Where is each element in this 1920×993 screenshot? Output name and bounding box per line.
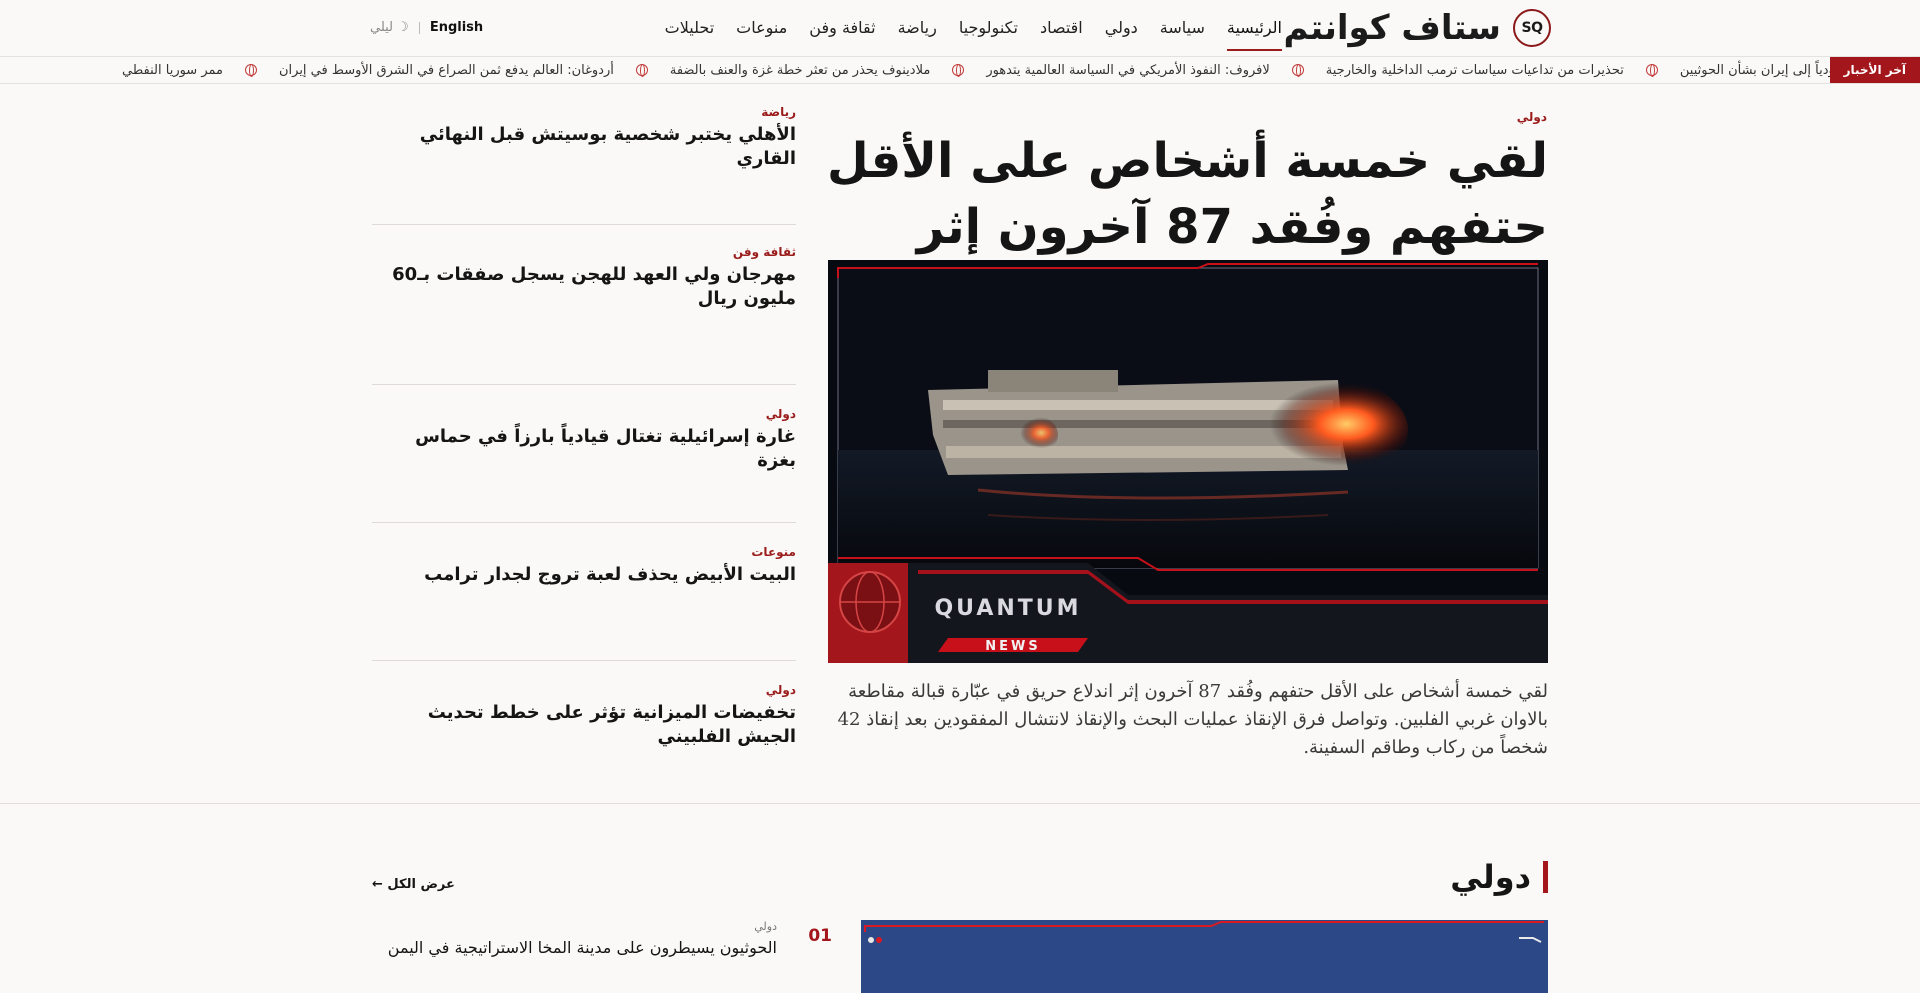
- logo-badge: SQ: [1513, 9, 1551, 47]
- language-switch[interactable]: English: [430, 20, 483, 35]
- section-accent-bar: [1543, 861, 1548, 893]
- headline-category[interactable]: دولي: [372, 683, 796, 697]
- ticker-item[interactable]: ممر سوريا النفطي: [122, 63, 223, 78]
- nav-item-technology[interactable]: تكنولوجيا: [959, 18, 1018, 51]
- side-headline-item[interactable]: دولي غارة إسرائيلية تغتال قيادياً بارزاً…: [372, 385, 796, 523]
- hero-image[interactable]: QUANTUM NEWS: [828, 260, 1548, 663]
- nav-item-politics[interactable]: سياسة: [1160, 18, 1205, 51]
- site-logo[interactable]: SQ ستاف كوانتم: [1284, 9, 1551, 47]
- site-header: SQ ستاف كوانتم الرئيسية سياسة دولي اقتصا…: [0, 0, 1920, 55]
- headline-category[interactable]: رياضة: [372, 105, 796, 119]
- globe-icon: [1291, 64, 1304, 77]
- ticker-item[interactable]: أردوغان: العالم يدفع ثمن الصراع في الشرق…: [223, 63, 614, 78]
- ticker-item[interactable]: تحذيرات من تداعيات سياسات ترمب الداخلية …: [1270, 63, 1624, 78]
- ferry-fire-illustration: QUANTUM NEWS: [828, 260, 1548, 663]
- ticker-item-text: عودياً إلى إيران بشأن الحوثيين: [1679, 62, 1843, 78]
- quantum-brand-text: QUANTUM: [934, 596, 1081, 621]
- nav-item-home[interactable]: الرئيسية: [1226, 18, 1282, 51]
- nav-item-culture[interactable]: ثقافة وفن: [809, 18, 875, 51]
- nav-item-international[interactable]: دولي: [1105, 18, 1138, 51]
- section-divider: [0, 803, 1920, 804]
- ticker-item-text: ممر سوريا النفطي: [122, 62, 223, 78]
- item-title[interactable]: الحوثيون يسيطرون على مدينة المخا الاسترا…: [388, 938, 777, 957]
- side-headline-item[interactable]: رياضة الأهلي يختبر شخصية بوسيتش قبل النه…: [372, 105, 796, 225]
- ticker-track: عودياً إلى إيران بشأن الحوثيين تحذيرات م…: [122, 57, 1843, 83]
- side-headline-item[interactable]: منوعات البيت الأبيض يحذف لعبة تروج لجدار…: [372, 523, 796, 661]
- headline-title[interactable]: البيت الأبيض يحذف لعبة تروج لجدار ترامب: [372, 563, 796, 587]
- ticker-item[interactable]: لافروف: النفوذ الأمريكي في السياسة العال…: [930, 62, 1270, 78]
- news-brand-text: NEWS: [985, 639, 1040, 654]
- ticker-item[interactable]: ملادينوف يحذر من تعثر خطة غزة والعنف بال…: [614, 63, 930, 78]
- night-mode-toggle[interactable]: ☽ ليلي: [370, 20, 409, 35]
- globe-icon: [244, 64, 257, 77]
- headline-title[interactable]: غارة إسرائيلية تغتال قيادياً بارزاً في ح…: [372, 425, 796, 473]
- globe-icon: [952, 64, 965, 77]
- header-utilities: English ☽ ليلي: [370, 20, 483, 35]
- side-headline-item[interactable]: ثقافة وفن مهرجان ولي العهد للهجن يسجل صف…: [372, 225, 796, 385]
- ticker-item-text: ملادينوف يحذر من تعثر خطة غزة والعنف بال…: [669, 62, 931, 78]
- section-heading: دولي: [1450, 858, 1548, 896]
- headline-title[interactable]: الأهلي يختبر شخصية بوسيتش قبل النهائي ال…: [372, 123, 796, 171]
- hero-description: لقي خمسة أشخاص على الأقل حتفهم وفُقد 87 …: [837, 681, 1548, 758]
- nav-item-economy[interactable]: اقتصاد: [1040, 18, 1083, 51]
- side-headline-item[interactable]: دولي تخفيضات الميزانية تؤثر على خطط تحدي…: [372, 661, 796, 771]
- hero-category[interactable]: دولي: [1517, 110, 1547, 124]
- item-category[interactable]: دولي: [754, 920, 777, 933]
- divider: [418, 21, 420, 34]
- side-headlines: رياضة الأهلي يختبر شخصية بوسيتش قبل النه…: [372, 105, 796, 771]
- headline-category[interactable]: منوعات: [372, 545, 796, 559]
- ticker-item-text: تحذيرات من تداعيات سياسات ترمب الداخلية …: [1325, 62, 1624, 78]
- section-title[interactable]: دولي: [1450, 858, 1531, 896]
- numbered-list-item[interactable]: 01 دولي الحوثيون يسيطرون على مدينة المخا…: [372, 918, 832, 978]
- headline-title[interactable]: مهرجان ولي العهد للهجن يسجل صفقات بـ60 م…: [372, 263, 796, 311]
- ticker-item[interactable]: عودياً إلى إيران بشأن الحوثيين: [1624, 63, 1843, 78]
- breaking-news-ticker: آخر الأخبار عودياً إلى إيران بشأن الحوثي…: [0, 56, 1920, 84]
- section-feature-image[interactable]: [861, 920, 1548, 993]
- see-all-link[interactable]: عرض الكل ←: [372, 877, 455, 892]
- headline-title[interactable]: تخفيضات الميزانية تؤثر على خطط تحديث الج…: [372, 701, 796, 749]
- item-number: 01: [808, 926, 832, 946]
- nav-item-misc[interactable]: منوعات: [736, 18, 787, 51]
- ticker-item-text: أردوغان: العالم يدفع ثمن الصراع في الشرق…: [278, 62, 614, 78]
- main-nav: الرئيسية سياسة دولي اقتصاد تكنولوجيا ريا…: [665, 18, 1282, 51]
- ticker-label: آخر الأخبار: [1829, 57, 1920, 83]
- ticker-item-text: لافروف: النفوذ الأمريكي في السياسة العال…: [986, 62, 1270, 78]
- headline-category[interactable]: ثقافة وفن: [372, 245, 796, 259]
- hero-title[interactable]: لقي خمسة أشخاص على الأقل حتفهم وفُقد 87 …: [788, 128, 1548, 260]
- feature-image-frame: [861, 920, 1548, 993]
- nav-item-sports[interactable]: رياضة: [898, 18, 937, 51]
- globe-icon: [1645, 64, 1658, 77]
- logo-text: ستاف كوانتم: [1283, 8, 1501, 48]
- headline-category[interactable]: دولي: [372, 407, 796, 421]
- globe-icon: [635, 64, 648, 77]
- nav-item-analysis[interactable]: تحليلات: [665, 18, 715, 51]
